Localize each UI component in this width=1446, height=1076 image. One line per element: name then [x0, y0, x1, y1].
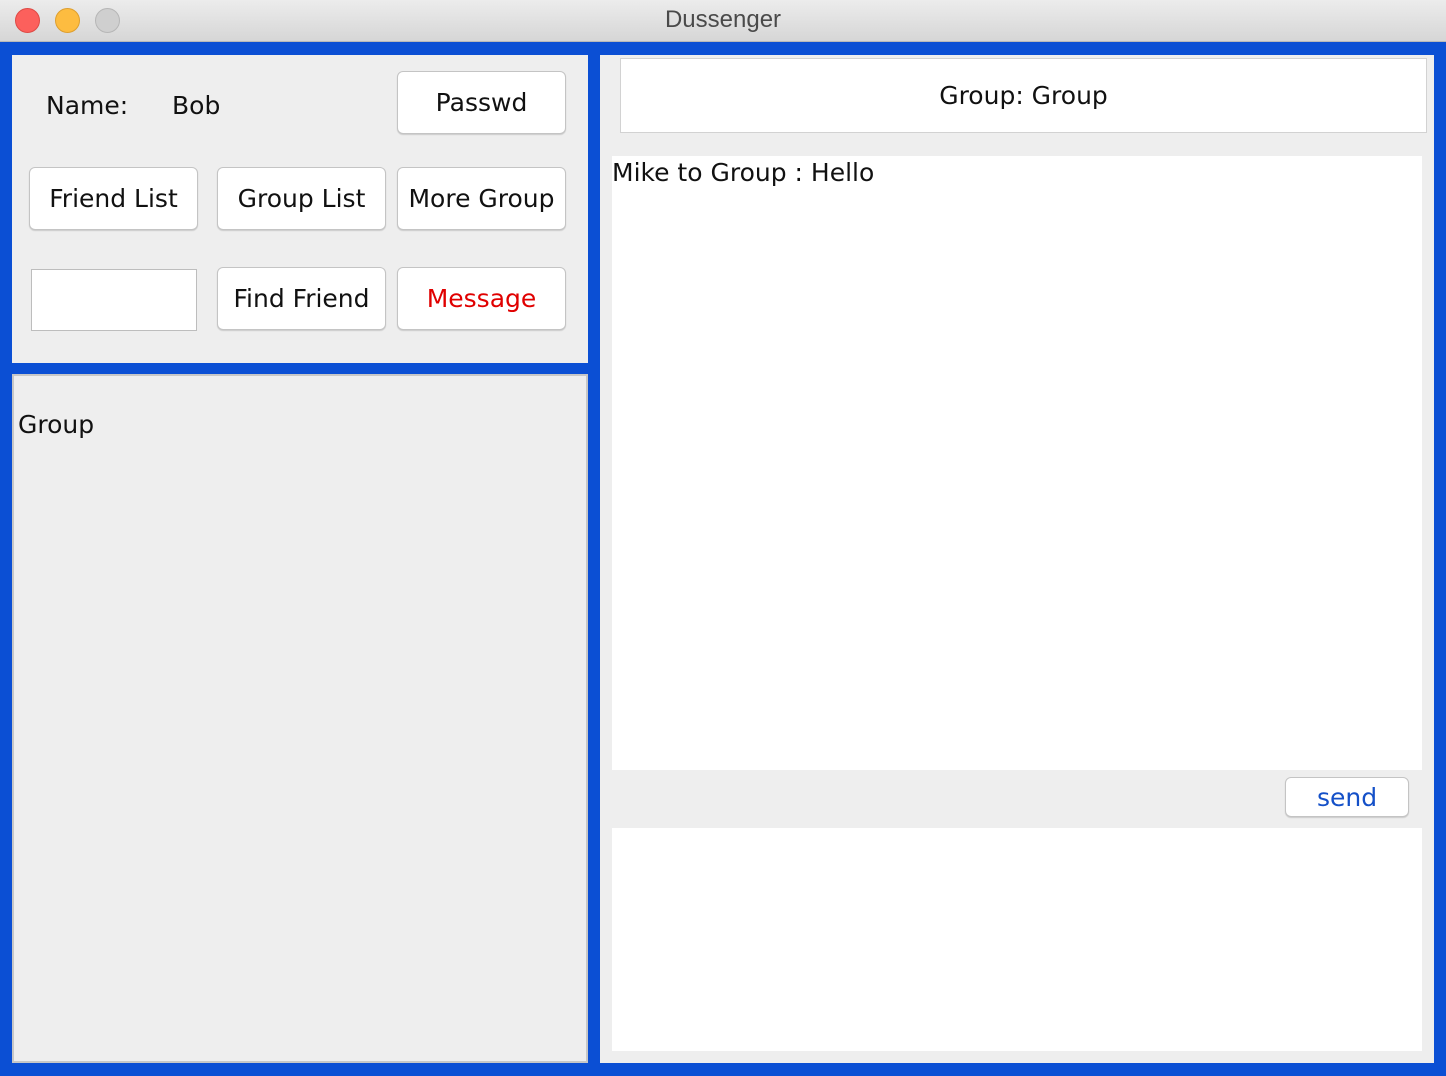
send-button[interactable]: send	[1285, 777, 1409, 817]
find-friend-button[interactable]: Find Friend	[217, 267, 386, 330]
more-group-button[interactable]: More Group	[397, 167, 566, 230]
chat-history[interactable]: Mike to Group : Hello	[612, 156, 1422, 770]
friend-list-button[interactable]: Friend List	[29, 167, 198, 230]
group-list-panel: Group	[12, 374, 588, 1063]
name-label: Name:	[46, 91, 129, 120]
message-button[interactable]: Message	[397, 267, 566, 330]
find-friend-input[interactable]	[31, 269, 197, 331]
compose-textarea[interactable]	[612, 828, 1422, 1051]
window-title: Dussenger	[664, 6, 782, 33]
list-item[interactable]: Group	[18, 410, 94, 439]
control-panel: Name: Bob Passwd Friend List Group List …	[12, 55, 588, 363]
chat-panel: Group: Group Mike to Group : Hello send	[600, 55, 1434, 1063]
group-list-button[interactable]: Group List	[217, 167, 386, 230]
name-value: Bob	[172, 91, 221, 120]
title-bar: Dussenger	[0, 0, 1446, 42]
passwd-button[interactable]: Passwd	[397, 71, 566, 134]
chat-header: Group: Group	[620, 58, 1427, 133]
chat-message: Mike to Group : Hello	[612, 158, 875, 187]
